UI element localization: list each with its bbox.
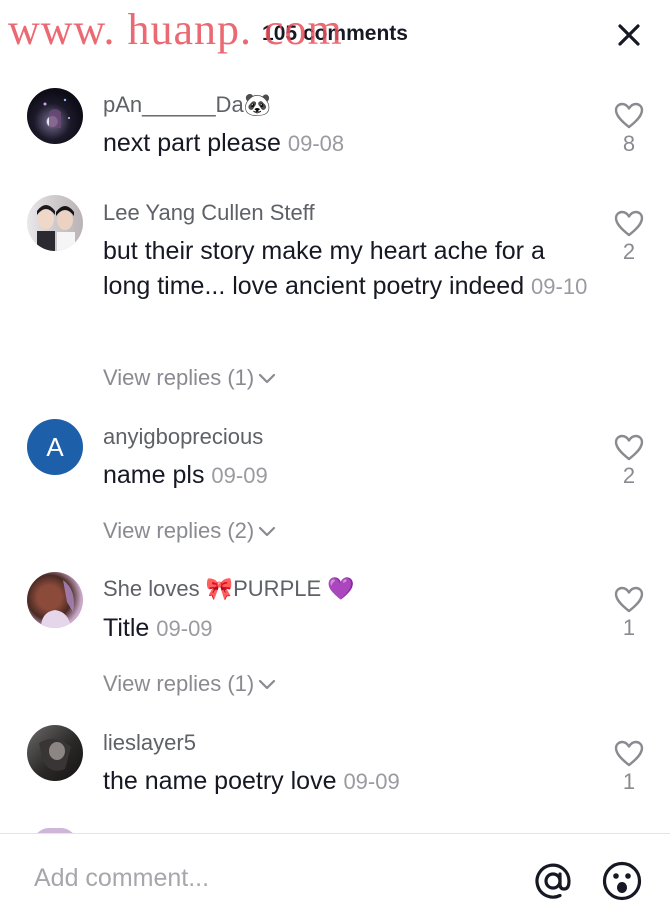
close-button[interactable] (616, 22, 642, 48)
comment-text: the name poetry love 09-09 (103, 764, 593, 799)
like-button[interactable]: 1 (610, 586, 648, 641)
view-replies-label: View replies (1) (103, 671, 255, 696)
comment-date: 09-09 (343, 769, 400, 794)
like-count: 2 (622, 463, 636, 488)
comment-username[interactable]: lieslayer5 (103, 730, 196, 756)
comment-username[interactable]: anyigboprecious (103, 424, 263, 450)
view-replies-button[interactable]: View replies (2) (103, 518, 276, 544)
comment-username[interactable]: Lee Yang Cullen Steff (103, 200, 315, 226)
at-icon (535, 863, 571, 899)
avatar[interactable] (27, 195, 83, 251)
watermark: www. huanp. com (8, 5, 343, 54)
comment-text: but their story make my heart ache for a… (103, 234, 593, 304)
like-button[interactable]: 8 (610, 102, 648, 157)
like-button[interactable]: 2 (610, 434, 648, 489)
like-count: 2 (622, 239, 636, 264)
like-count: 1 (622, 769, 636, 794)
comment-text: Title 09-09 (103, 611, 593, 646)
comment-body: the name poetry love (103, 767, 337, 795)
heart-outline-icon (614, 740, 644, 767)
add-comment-input[interactable]: Add comment... (34, 864, 209, 893)
comment-username[interactable]: pAn______Da🐼 (103, 92, 271, 118)
chevron-down-icon (259, 527, 276, 537)
comment-body: but their story make my heart ache for a… (103, 237, 545, 300)
chevron-down-icon (259, 374, 276, 384)
comment-body: next part please (103, 129, 281, 157)
heart-outline-icon (614, 586, 644, 613)
like-count: 1 (622, 615, 636, 640)
avatar[interactable] (27, 88, 83, 144)
comment-text: next part please 09-08 (103, 126, 593, 161)
comment-body: Title (103, 614, 150, 642)
comment-body: name pls (103, 461, 205, 489)
comment-date: 09-10 (531, 274, 588, 299)
view-replies-label: View replies (2) (103, 518, 255, 543)
view-replies-button[interactable]: View replies (1) (103, 671, 276, 697)
comment-username[interactable]: She loves 🎀PURPLE 💜 (103, 576, 355, 602)
avatar[interactable] (27, 725, 83, 781)
comment-date: 09-09 (211, 463, 268, 488)
avatar[interactable] (27, 572, 83, 628)
like-button[interactable]: 1 (610, 740, 648, 795)
comment-composer: Add comment... (0, 833, 670, 920)
comment-text: name pls 09-09 (103, 458, 593, 493)
comment-list[interactable]: pAn______Da🐼 next part please 09-08 8 Le… (0, 70, 670, 833)
like-count: 8 (622, 131, 636, 156)
view-replies-button[interactable]: View replies (1) (103, 365, 276, 391)
mention-button[interactable] (533, 861, 573, 906)
heart-outline-icon (614, 210, 644, 237)
chevron-down-icon (259, 680, 276, 690)
emoji-icon (602, 861, 642, 901)
comment-username-text: She loves 🎀PURPLE 💜 (103, 576, 355, 601)
close-icon (618, 24, 640, 46)
comment-date: 09-08 (287, 131, 345, 156)
heart-outline-icon (614, 102, 644, 129)
like-button[interactable]: 2 (610, 210, 648, 265)
emoji-button[interactable] (601, 860, 643, 907)
comment-date: 09-09 (156, 616, 213, 641)
heart-outline-icon (614, 434, 644, 461)
avatar[interactable]: A (27, 419, 83, 475)
view-replies-label: View replies (1) (103, 365, 255, 390)
